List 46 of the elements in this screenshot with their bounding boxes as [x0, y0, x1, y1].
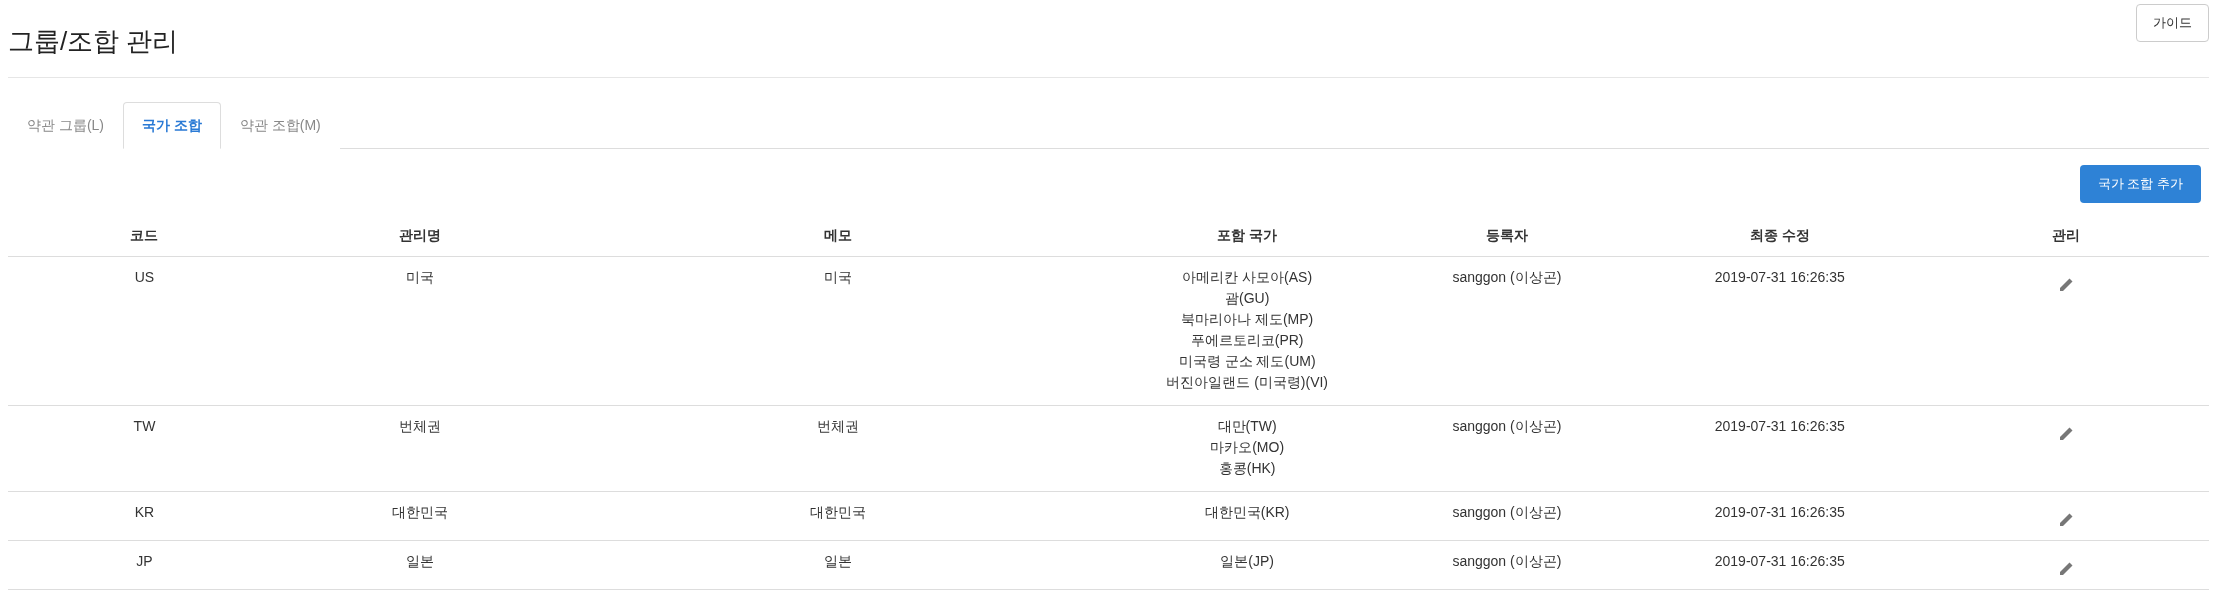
registrant-text: sanggon (이상곤)	[1452, 503, 1562, 520]
code-text: TW	[133, 417, 156, 434]
name-text: 일본	[405, 552, 434, 569]
guide-button[interactable]: 가이드	[2136, 4, 2209, 42]
column-header: 코드	[8, 214, 281, 256]
registrant-text: sanggon (이상곤)	[1452, 552, 1562, 569]
country-text: 미국령 군소 제도(UM)	[1178, 350, 1316, 372]
tab[interactable]: 국가 조합	[123, 102, 221, 149]
column-header: 등록자	[1377, 214, 1637, 256]
name-text: 대한민국	[391, 503, 448, 520]
country-text: 마카오(MO)	[1210, 436, 1285, 458]
memo-text: 번체권	[816, 417, 859, 434]
country-text: 일본(JP)	[1220, 550, 1274, 572]
registrant-text: sanggon (이상곤)	[1452, 417, 1562, 434]
country-text: 버진아일랜드 (미국령)(VI)	[1166, 371, 1329, 393]
memo-text: 미국	[823, 268, 852, 285]
memo-text: 일본	[823, 552, 852, 569]
column-header: 관리명	[280, 214, 559, 256]
memo-text: 대한민국	[809, 503, 866, 520]
code-text: KR	[134, 503, 155, 520]
country-text: 괌(GU)	[1225, 287, 1270, 309]
name-text: 번체권	[398, 417, 441, 434]
column-header: 메모	[558, 214, 1118, 256]
country-text: 아메리칸 사모아(AS)	[1182, 266, 1313, 288]
edit-icon[interactable]	[2057, 276, 2074, 293]
modified-date-text: 2019-07-31 16:26:35	[1714, 268, 1845, 285]
name-text: 미국	[405, 268, 434, 285]
edit-icon[interactable]	[2057, 425, 2074, 442]
country-text: 대만(TW)	[1217, 415, 1277, 437]
modified-date-text: 2019-07-31 16:26:35	[1714, 417, 1845, 434]
country-text: 대한민국(KR)	[1204, 501, 1290, 523]
country-text: 홍콩(HK)	[1218, 457, 1276, 479]
edit-icon[interactable]	[2057, 560, 2074, 577]
column-header: 포함 국가	[1117, 214, 1377, 256]
code-text: JP	[136, 552, 153, 569]
country-text: 푸에르토리코(PR)	[1190, 329, 1304, 351]
edit-icon[interactable]	[2057, 511, 2074, 528]
page-title: 그룹/조합 관리	[8, 26, 179, 58]
column-header: 최종 수정	[1636, 214, 1923, 256]
registrant-text: sanggon (이상곤)	[1452, 268, 1562, 285]
code-text: US	[134, 268, 155, 285]
country-text: 북마리아나 제도(MP)	[1181, 308, 1314, 330]
add-country-combination-button[interactable]: 국가 조합 추가	[2079, 165, 2201, 203]
modified-date-text: 2019-07-31 16:26:35	[1714, 552, 1845, 569]
column-header: 관리	[1922, 214, 2209, 256]
modified-date-text: 2019-07-31 16:26:35	[1714, 503, 1845, 520]
